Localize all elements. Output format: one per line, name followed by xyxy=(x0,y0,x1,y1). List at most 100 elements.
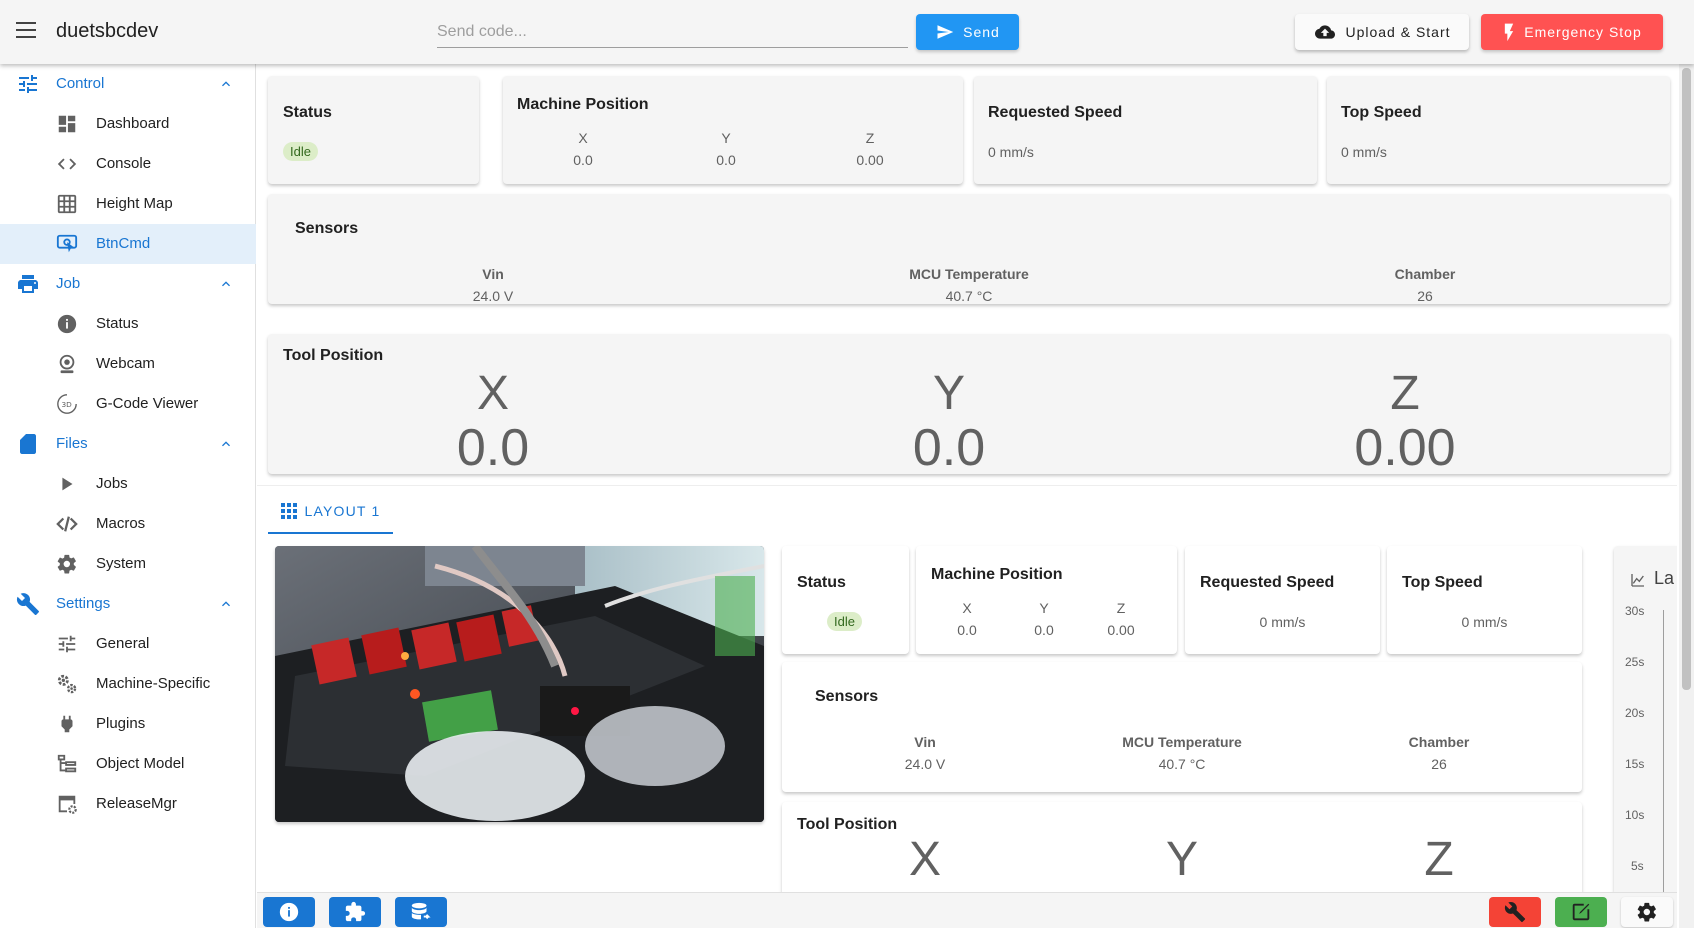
axis-value: 0.0 xyxy=(957,622,977,638)
emergency-stop-button[interactable]: Emergency Stop xyxy=(1481,14,1663,50)
status-card: Status Idle xyxy=(268,76,479,184)
sidebar-item-plugins[interactable]: Plugins xyxy=(0,704,256,744)
sensor-label: Chamber xyxy=(1394,266,1456,282)
sidebar-item-object-model[interactable]: Object Model xyxy=(0,744,256,784)
sidebar-item-label: Status xyxy=(96,315,139,332)
tool-axis-label: Z xyxy=(1424,833,1454,886)
puzzle-edit-button[interactable] xyxy=(329,897,381,927)
sidebar-item-system[interactable]: System xyxy=(0,544,256,584)
sidebar-group-files[interactable]: Files xyxy=(0,424,256,464)
window-cog-icon xyxy=(58,795,77,814)
tool-position-card: Tool Position X 0.0 Y 0.0 Z 0.00 xyxy=(268,334,1670,477)
sensors-card-lower: Sensors Vin 24.0 V MCU Temperature 40.7 … xyxy=(782,662,1582,792)
tool-axis-x: X 0.0 xyxy=(433,368,553,477)
axis-x: X 0.0 xyxy=(942,600,992,638)
edit-button[interactable] xyxy=(1555,897,1607,927)
chevron-up-icon xyxy=(222,441,230,447)
tab-label: LAYOUT 1 xyxy=(304,503,381,519)
info-button[interactable] xyxy=(263,897,315,927)
axis-label: X xyxy=(578,130,588,146)
code-brackets-icon xyxy=(57,158,77,170)
sidebar-item-label: Height Map xyxy=(96,195,173,212)
divider xyxy=(257,485,1677,486)
sensor-chamber: Chamber 26 xyxy=(1379,734,1499,772)
tool-axis-value: 0.0 xyxy=(456,419,530,477)
sidebar-group-job[interactable]: Job xyxy=(0,264,256,304)
database-export-button[interactable] xyxy=(395,897,447,927)
chart-line-icon xyxy=(1631,574,1644,587)
sensor-mcu-temperature: MCU Temperature 40.7 °C xyxy=(869,266,1069,304)
tool-position-card-lower: Tool Position X Y Z xyxy=(782,802,1582,892)
chart-y-tick: 10s xyxy=(1625,808,1645,822)
sidebar-item-btncmd[interactable]: BtnCmd xyxy=(0,224,256,264)
sidebar-item-label: Machine-Specific xyxy=(96,675,211,692)
card-title: Status xyxy=(797,574,846,591)
dashboard-icon xyxy=(58,115,76,133)
sidebar-group-control[interactable]: Control xyxy=(0,64,256,104)
svg-text:3D: 3D xyxy=(62,400,73,409)
sd-card-icon xyxy=(20,434,36,454)
sidebar-group-label: Settings xyxy=(56,595,111,612)
send-code-input[interactable] xyxy=(437,16,908,48)
webcam-icon xyxy=(59,354,75,374)
scrollbar-thumb[interactable] xyxy=(1682,68,1691,690)
status-badge: Idle xyxy=(827,612,862,631)
tab-layout-1[interactable]: LAYOUT 1 xyxy=(268,490,393,534)
wrench-button[interactable] xyxy=(1489,897,1541,927)
send-button[interactable]: Send xyxy=(916,14,1019,50)
tune-icon xyxy=(19,75,37,93)
status-badge: Idle xyxy=(283,142,318,161)
top-speed-value: 0 mm/s xyxy=(1461,614,1508,630)
sidebar-item-label: Dashboard xyxy=(96,115,170,132)
info-icon xyxy=(57,314,77,334)
sidebar-item-label: Jobs xyxy=(96,475,128,492)
power-plug-icon xyxy=(61,715,73,733)
code-slash-icon xyxy=(56,516,78,532)
sidebar-item-status[interactable]: Status xyxy=(0,304,256,344)
settings-button[interactable] xyxy=(1621,897,1673,927)
axis-value: 0.0 xyxy=(716,152,736,168)
tool-axis-label: Y xyxy=(1165,833,1198,886)
sidebar-item-machine-specific[interactable]: Machine-Specific xyxy=(0,664,256,704)
sidebar-item-console[interactable]: Console xyxy=(0,144,256,184)
tool-axis-y: Y xyxy=(1132,834,1232,886)
sidebar-item-releasemgr[interactable]: ReleaseMgr xyxy=(0,784,256,824)
card-title: Tool Position xyxy=(283,347,384,364)
page-scrollbar[interactable] xyxy=(1679,64,1694,928)
sidebar-item-gcode-viewer[interactable]: 3D G-Code Viewer xyxy=(0,384,256,424)
tool-axis-y: Y 0.0 xyxy=(889,368,1009,477)
app-bar: duetsbcdev Send Upload & Start Emergency… xyxy=(0,0,1694,64)
sensor-chamber: Chamber 26 xyxy=(1345,266,1505,304)
sidebar-group-label: Job xyxy=(56,275,81,292)
wrench-icon xyxy=(16,593,39,615)
cloud-upload-icon xyxy=(1315,25,1336,39)
sidebar-item-label: Webcam xyxy=(96,355,155,372)
card-title: Machine Position xyxy=(517,96,649,113)
layer-chart-card: La 30s 25s 20s 15s 10s 5s xyxy=(1614,546,1677,892)
sidebar-item-height-map[interactable]: Height Map xyxy=(0,184,256,224)
tool-axis-value: 0.00 xyxy=(1354,419,1456,477)
button-cursor-icon xyxy=(56,234,78,253)
sensor-label: Vin xyxy=(482,266,504,282)
sensor-value: 26 xyxy=(1431,756,1447,772)
card-title: Sensors xyxy=(295,220,359,237)
sidebar-item-jobs[interactable]: Jobs xyxy=(0,464,256,504)
tool-axis-value: 0.0 xyxy=(912,419,986,477)
requested-speed-value: 0 mm/s xyxy=(988,144,1034,160)
sidebar-group-settings[interactable]: Settings xyxy=(0,584,256,624)
sidebar-item-webcam[interactable]: Webcam xyxy=(0,344,256,384)
machine-position-card: Machine Position X 0.0 Y 0.0 Z 0.00 xyxy=(503,76,963,184)
sensor-vin: Vin 24.0 V xyxy=(413,266,573,304)
sidebar-item-general[interactable]: General xyxy=(0,624,256,664)
flash-icon xyxy=(1505,23,1514,42)
chart-y-tick: 15s xyxy=(1625,757,1645,771)
view-grid-icon xyxy=(280,503,297,519)
menu-icon[interactable] xyxy=(16,22,38,42)
sensor-value: 40.7 °C xyxy=(945,288,993,304)
upload-start-button[interactable]: Upload & Start xyxy=(1295,14,1469,50)
sidebar: Control Dashboard Console Height Map Btn… xyxy=(0,64,256,928)
axis-y: Y 0.0 xyxy=(1019,600,1069,638)
sidebar-item-macros[interactable]: Macros xyxy=(0,504,256,544)
emergency-stop-label: Emergency Stop xyxy=(1524,24,1642,40)
sidebar-item-dashboard[interactable]: Dashboard xyxy=(0,104,256,144)
